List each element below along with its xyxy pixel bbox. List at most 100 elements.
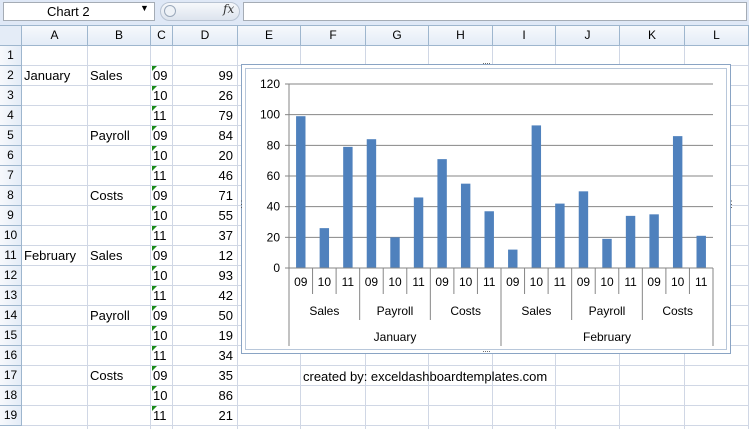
row-header-7[interactable]: 7 xyxy=(0,166,22,186)
name-box[interactable]: Chart 2 xyxy=(3,2,155,21)
number-as-text-indicator[interactable] xyxy=(152,126,157,131)
number-as-text-indicator[interactable] xyxy=(152,146,157,151)
formula-bar-resize-handle[interactable] xyxy=(164,5,176,17)
number-as-text-indicator[interactable] xyxy=(152,226,157,231)
bar xyxy=(555,203,565,268)
column-header-h[interactable]: H xyxy=(429,26,493,46)
number-as-text-indicator[interactable] xyxy=(152,286,157,291)
cell-d3[interactable]: 26 xyxy=(173,88,233,103)
row-header-13[interactable]: 13 xyxy=(0,286,22,306)
cell-d13[interactable]: 42 xyxy=(173,288,233,303)
x-tick-label: 09 xyxy=(435,275,449,289)
column-header-b[interactable]: B xyxy=(88,26,151,46)
name-box-dropdown-icon[interactable]: ▼ xyxy=(140,3,149,13)
select-all-corner[interactable] xyxy=(0,26,22,46)
number-as-text-indicator[interactable] xyxy=(152,326,157,331)
row-header-19[interactable]: 19 xyxy=(0,406,22,426)
column-header-a[interactable]: A xyxy=(22,26,88,46)
x-group-label: Sales xyxy=(521,304,551,318)
number-as-text-indicator[interactable] xyxy=(152,106,157,111)
cell-b14[interactable]: Payroll xyxy=(90,308,130,323)
number-as-text-indicator[interactable] xyxy=(152,386,157,391)
resize-handle-right[interactable]: ⋮ xyxy=(727,199,736,210)
x-tick-label: 11 xyxy=(554,275,567,289)
row-header-9[interactable]: 9 xyxy=(0,206,22,226)
cell-d10[interactable]: 37 xyxy=(173,228,233,243)
cell-d6[interactable]: 20 xyxy=(173,148,233,163)
bar xyxy=(578,191,589,268)
column-header-d[interactable]: D xyxy=(173,26,238,46)
row-header-14[interactable]: 14 xyxy=(0,306,22,326)
resize-handle-top[interactable]: ···· xyxy=(482,58,491,68)
column-header-g[interactable]: G xyxy=(366,26,429,46)
cell-d8[interactable]: 71 xyxy=(173,188,233,203)
cell-d15[interactable]: 19 xyxy=(173,328,233,343)
resize-handle-bottom[interactable]: ···· xyxy=(482,346,491,356)
row-header-3[interactable]: 3 xyxy=(0,86,22,106)
cell-b17[interactable]: Costs xyxy=(90,368,123,383)
column-header-i[interactable]: I xyxy=(493,26,556,46)
cell-b11[interactable]: Sales xyxy=(90,248,123,263)
cell-d17[interactable]: 35 xyxy=(173,368,233,383)
cell-d11[interactable]: 12 xyxy=(173,248,233,263)
cell-d7[interactable]: 46 xyxy=(173,168,233,183)
cell-a2[interactable]: January xyxy=(24,68,70,83)
cell-b5[interactable]: Payroll xyxy=(90,128,130,143)
cell-b8[interactable]: Costs xyxy=(90,188,123,203)
cell-b2[interactable]: Sales xyxy=(90,68,123,83)
row-header-4[interactable]: 4 xyxy=(0,106,22,126)
row-header-5[interactable]: 5 xyxy=(0,126,22,146)
row-header-6[interactable]: 6 xyxy=(0,146,22,166)
resize-handle-left[interactable]: ⋮ xyxy=(237,199,246,210)
number-as-text-indicator[interactable] xyxy=(152,186,157,191)
cell-d12[interactable]: 93 xyxy=(173,268,233,283)
cell-d5[interactable]: 84 xyxy=(173,128,233,143)
column-header-l[interactable]: L xyxy=(685,26,749,46)
column-header-f[interactable]: F xyxy=(301,26,366,46)
number-as-text-indicator[interactable] xyxy=(152,366,157,371)
number-as-text-indicator[interactable] xyxy=(152,66,157,71)
number-as-text-indicator[interactable] xyxy=(152,166,157,171)
x-month-label: January xyxy=(374,330,417,344)
row-header-10[interactable]: 10 xyxy=(0,226,22,246)
cell-a11[interactable]: February xyxy=(24,248,76,263)
insert-function-icon[interactable]: fx xyxy=(223,2,234,16)
x-tick-label: 09 xyxy=(365,275,379,289)
row-header-18[interactable]: 18 xyxy=(0,386,22,406)
row-header-16[interactable]: 16 xyxy=(0,346,22,366)
column-header-k[interactable]: K xyxy=(620,26,685,46)
cell-d18[interactable]: 86 xyxy=(173,388,233,403)
row-header-15[interactable]: 15 xyxy=(0,326,22,346)
y-tick-label: 120 xyxy=(260,77,280,91)
column-header-c[interactable]: C xyxy=(151,26,173,46)
number-as-text-indicator[interactable] xyxy=(152,86,157,91)
row-header-1[interactable]: 1 xyxy=(0,46,22,66)
row-header-17[interactable]: 17 xyxy=(0,366,22,386)
row-header-8[interactable]: 8 xyxy=(0,186,22,206)
x-tick-label: 11 xyxy=(412,275,425,289)
bar xyxy=(343,146,353,268)
column-header-e[interactable]: E xyxy=(238,26,301,46)
embedded-chart[interactable]: 0 20 40 60 80 100 120 09 10 11 09 10 11 09 10 11 09 10 11 0… xyxy=(237,58,736,356)
number-as-text-indicator[interactable] xyxy=(152,406,157,411)
cell-e17[interactable]: created by: exceldashboardtemplates.com xyxy=(303,369,547,384)
cell-d19[interactable]: 21 xyxy=(173,408,233,423)
x-group-label: Payroll xyxy=(589,304,626,318)
formula-input[interactable] xyxy=(243,2,747,21)
cell-d14[interactable]: 50 xyxy=(173,308,233,323)
row-gridline xyxy=(22,385,749,386)
cell-d4[interactable]: 79 xyxy=(173,108,233,123)
cell-d9[interactable]: 55 xyxy=(173,208,233,223)
x-tick-label: 10 xyxy=(530,275,544,289)
row-header-12[interactable]: 12 xyxy=(0,266,22,286)
number-as-text-indicator[interactable] xyxy=(152,266,157,271)
number-as-text-indicator[interactable] xyxy=(152,346,157,351)
cell-d16[interactable]: 34 xyxy=(173,348,233,363)
number-as-text-indicator[interactable] xyxy=(152,306,157,311)
column-header-j[interactable]: J xyxy=(556,26,620,46)
cell-d2[interactable]: 99 xyxy=(173,68,233,83)
row-header-2[interactable]: 2 xyxy=(0,66,22,86)
number-as-text-indicator[interactable] xyxy=(152,206,157,211)
number-as-text-indicator[interactable] xyxy=(152,246,157,251)
row-header-11[interactable]: 11 xyxy=(0,246,22,266)
